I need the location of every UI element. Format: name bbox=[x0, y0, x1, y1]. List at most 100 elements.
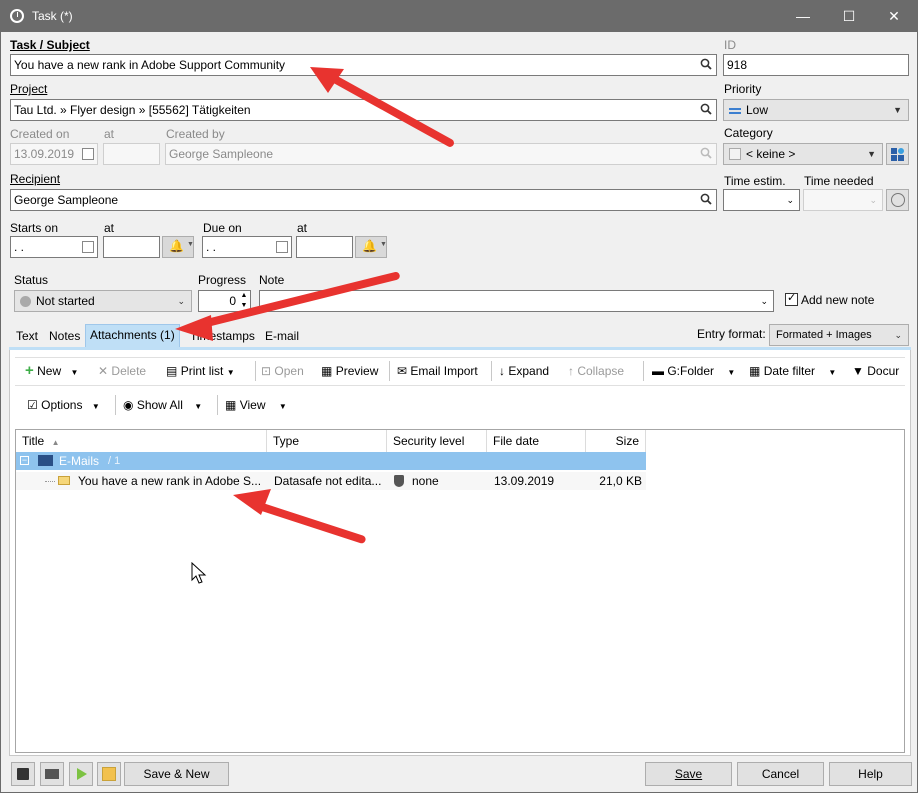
options-button[interactable]: ☑ Options ▼ bbox=[27, 394, 100, 416]
close-button[interactable]: ✕ bbox=[871, 1, 917, 32]
tab-underline bbox=[9, 347, 911, 350]
created-on-value: 13.09.2019 bbox=[14, 147, 75, 161]
collapse-toggle-icon[interactable]: − bbox=[20, 456, 29, 465]
recipient-input[interactable]: George Sampleone bbox=[10, 189, 717, 211]
chevron-down-icon: ▼ bbox=[187, 241, 194, 248]
chevron-down-icon: ⌄ bbox=[894, 330, 902, 340]
row-date: 13.09.2019 bbox=[494, 474, 555, 488]
cancel-button[interactable]: Cancel bbox=[737, 762, 824, 786]
print-list-button[interactable]: ▤ Print list ▼ bbox=[166, 360, 235, 382]
options-icon: ☑ bbox=[27, 398, 38, 412]
column-header-size[interactable]: Size bbox=[586, 430, 646, 452]
add-new-note-checkbox[interactable]: ✓ bbox=[785, 292, 798, 306]
toolbar-divider bbox=[15, 385, 905, 386]
email-import-button[interactable]: ✉ Email Import bbox=[397, 360, 478, 382]
row-type: Datasafe not edita... bbox=[274, 474, 382, 488]
toolbar-separator bbox=[115, 395, 116, 415]
bell-icon: 🔔 bbox=[169, 239, 184, 253]
new-button[interactable]: + New ▼ bbox=[25, 360, 78, 382]
id-field: 918 bbox=[723, 54, 909, 76]
status-label: Status bbox=[14, 273, 49, 287]
open-button[interactable]: ⊡ Open bbox=[261, 360, 304, 382]
search-icon[interactable] bbox=[700, 103, 712, 115]
group-row-emails[interactable]: − E-Mails / 1 bbox=[16, 452, 646, 470]
view-label: View bbox=[239, 398, 266, 412]
document-filter-button[interactable]: ▼ Docur bbox=[852, 360, 905, 382]
save-icon-button[interactable] bbox=[11, 762, 35, 786]
toolbar-separator bbox=[643, 361, 644, 381]
print-icon-button[interactable] bbox=[40, 762, 64, 786]
chevron-down-icon: ⌄ bbox=[869, 195, 877, 205]
chevron-down-icon[interactable]: ▼ bbox=[227, 368, 235, 377]
show-all-button[interactable]: ◉ Show All ▼ bbox=[123, 394, 202, 416]
expand-button[interactable]: ↓ Expand bbox=[499, 360, 549, 382]
chevron-down-icon[interactable]: ▼ bbox=[194, 402, 202, 411]
expand-label: Expand bbox=[508, 364, 550, 378]
tab-attachments[interactable]: Attachments (1) bbox=[85, 324, 180, 349]
created-on-field: 13.09.2019 bbox=[10, 143, 98, 165]
collapse-button[interactable]: ↑ Collapse bbox=[568, 360, 624, 382]
spin-up-icon[interactable]: ▲ bbox=[238, 291, 250, 301]
created-by-field: George Sampleone bbox=[165, 143, 717, 165]
gfolder-button[interactable]: ▬ G:Folder ▼ bbox=[652, 360, 735, 382]
minimize-button[interactable]: — bbox=[780, 1, 826, 32]
folder-icon bbox=[38, 455, 53, 466]
x-icon: ✕ bbox=[98, 364, 109, 378]
search-icon[interactable] bbox=[700, 58, 712, 70]
open-icon: ⊡ bbox=[261, 364, 272, 378]
run-icon-button[interactable] bbox=[69, 762, 93, 786]
add-new-note-label: Add new note bbox=[801, 293, 875, 307]
starts-on-value: . . bbox=[14, 240, 25, 254]
column-header-type[interactable]: Type bbox=[267, 430, 387, 452]
due-on-date[interactable]: . . bbox=[202, 236, 292, 258]
status-dot-icon bbox=[20, 296, 31, 307]
help-button[interactable]: Help bbox=[829, 762, 912, 786]
funnel-icon: ▼ bbox=[852, 364, 864, 378]
attachments-grid: Title ▲ Type Security level File date Si… bbox=[15, 429, 905, 753]
date-filter-button[interactable]: ▦ Date filter ▼ bbox=[749, 360, 836, 382]
column-header-security[interactable]: Security level bbox=[387, 430, 487, 452]
toolbar-separator bbox=[255, 361, 256, 381]
calendar-icon[interactable] bbox=[82, 241, 94, 253]
chevron-down-icon[interactable]: ▼ bbox=[727, 368, 735, 377]
entry-format-select[interactable]: Formated + Images ⌄ bbox=[769, 324, 909, 346]
email-import-label: Email Import bbox=[410, 364, 478, 378]
category-select[interactable]: < keine > ▼ bbox=[723, 143, 883, 165]
table-row[interactable]: You have a new rank in Adobe S... Datasa… bbox=[16, 472, 646, 490]
search-icon[interactable] bbox=[700, 193, 712, 205]
status-select[interactable]: Not started ⌄ bbox=[14, 290, 192, 312]
delete-button[interactable]: ✕ Delete bbox=[98, 360, 146, 382]
project-input[interactable]: Tau Ltd. » Flyer design » [55562] Tätigk… bbox=[10, 99, 717, 121]
starts-reminder-button[interactable]: 🔔 ▼ bbox=[162, 236, 194, 258]
due-at-time[interactable] bbox=[296, 236, 353, 258]
calendar-icon[interactable] bbox=[276, 241, 288, 253]
save-and-new-button[interactable]: Save & New bbox=[124, 762, 229, 786]
save-button[interactable]: Save bbox=[645, 762, 732, 786]
category-grid-button[interactable] bbox=[886, 143, 909, 165]
chevron-down-icon[interactable]: ▼ bbox=[70, 368, 78, 377]
starts-at-time[interactable] bbox=[103, 236, 160, 258]
priority-value: Low bbox=[746, 103, 769, 117]
chevron-down-icon: ▼ bbox=[91, 402, 100, 411]
maximize-button[interactable]: ☐ bbox=[826, 1, 872, 32]
due-reminder-button[interactable]: 🔔 ▼ bbox=[355, 236, 387, 258]
time-estim-select[interactable]: ⌄ bbox=[723, 189, 800, 211]
delete-label: Delete bbox=[111, 364, 147, 378]
chevron-down-icon: ⌄ bbox=[786, 195, 794, 205]
preview-button[interactable]: ▦ Preview bbox=[321, 360, 378, 382]
grid-icon-part bbox=[898, 155, 904, 161]
folder-icon: ▬ bbox=[652, 364, 664, 378]
starts-on-date[interactable]: . . bbox=[10, 236, 98, 258]
timer-button[interactable] bbox=[886, 189, 909, 211]
show-all-label: Show All bbox=[136, 398, 183, 412]
arrow-head-icon bbox=[310, 67, 344, 93]
column-header-title[interactable]: Title ▲ bbox=[16, 430, 267, 452]
column-header-date[interactable]: File date bbox=[487, 430, 586, 452]
printer-icon bbox=[45, 769, 59, 779]
search-icon bbox=[700, 147, 712, 159]
note-icon-button[interactable] bbox=[97, 762, 121, 786]
view-button[interactable]: ▦ View ▼ bbox=[225, 394, 287, 416]
chevron-down-icon[interactable]: ▼ bbox=[828, 368, 836, 377]
priority-select[interactable]: Low ▼ bbox=[723, 99, 909, 121]
subject-input[interactable]: You have a new rank in Adobe Support Com… bbox=[10, 54, 717, 76]
